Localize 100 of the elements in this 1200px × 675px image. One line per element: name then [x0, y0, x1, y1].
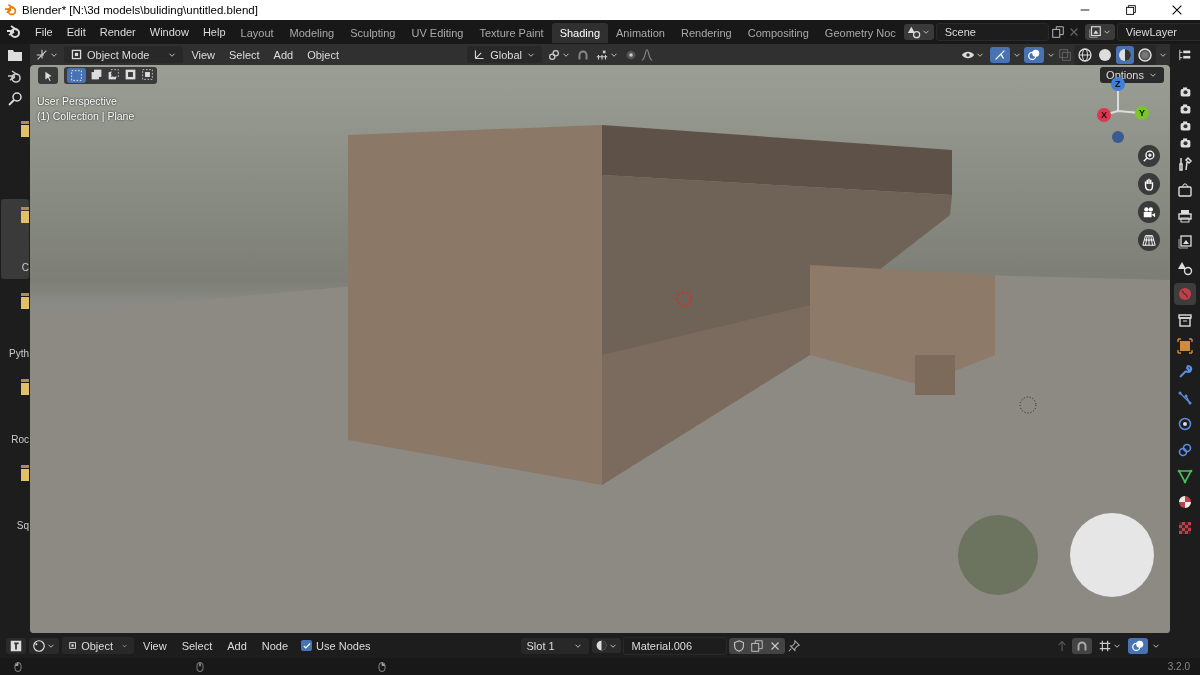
parent-node-icon[interactable] [1055, 638, 1069, 653]
ring-sphere-icon[interactable] [1136, 45, 1154, 64]
camera-view-button[interactable] [1138, 201, 1160, 223]
invert-selection-icon[interactable] [124, 68, 137, 81]
new-selection-button[interactable] [67, 68, 86, 83]
shapes-icon [906, 25, 921, 39]
header-menu-item[interactable]: Select [223, 46, 266, 63]
orientation-dropdown[interactable]: Global [467, 46, 542, 63]
blender-logo-icon[interactable] [6, 24, 22, 40]
axes-icon [35, 47, 49, 62]
hand-icon [1142, 177, 1156, 191]
workspace-tab[interactable]: Modeling [281, 23, 343, 43]
overlay-toggle[interactable] [1128, 637, 1148, 654]
editor-type-button[interactable] [6, 637, 26, 654]
chain-link-icon [1177, 442, 1193, 458]
outliner-icon[interactable] [1178, 47, 1192, 62]
view-name-label: User Perspective [37, 95, 118, 107]
file-icon [21, 207, 29, 223]
file-thumbnail[interactable]: C [1, 199, 29, 279]
overlay-circles-icon [1131, 638, 1145, 653]
image-stack-icon [1177, 234, 1193, 250]
camera-icon[interactable] [1178, 119, 1192, 132]
axes-icon [473, 48, 487, 61]
scene-field[interactable]: Scene [935, 23, 1049, 41]
workspace-tab[interactable]: Texture Paint [471, 23, 552, 43]
zoom-button[interactable] [1138, 145, 1160, 167]
workspace-tab[interactable]: UV Editing [403, 23, 472, 43]
file-thumbnail[interactable]: Roc [1, 371, 29, 451]
file-thumbnail[interactable]: Sq [1, 457, 29, 537]
workspace-tab[interactable]: Layout [232, 23, 282, 43]
window-title: Blender* [N:\3d models\buliding\untitled.blend] [22, 4, 259, 16]
workspace-tab[interactable]: Shading [551, 23, 609, 43]
workspace-tab[interactable]: Sculpting [342, 23, 404, 43]
menu-item[interactable]: Render [92, 23, 143, 41]
header-menu-item[interactable]: Add [267, 46, 300, 63]
3d-cursor-icon [676, 291, 692, 307]
header-menu-item[interactable]: Select [175, 637, 219, 654]
menu-item[interactable]: File [28, 23, 60, 41]
pan-button[interactable] [1138, 173, 1160, 195]
half-sphere-icon[interactable] [1116, 45, 1134, 64]
overlay-toggle[interactable] [1024, 46, 1044, 63]
mouse-right-icon[interactable] [376, 660, 388, 673]
node-editor-icon [9, 638, 23, 653]
checker-icon [1177, 520, 1193, 536]
pin-icon[interactable] [786, 638, 801, 653]
material-name-field[interactable]: Material.006 [622, 636, 727, 655]
globe-icon [1177, 286, 1193, 302]
properties-tab[interactable] [1174, 335, 1196, 357]
extend-selection-icon[interactable] [90, 68, 103, 81]
restore-icon[interactable] [1124, 3, 1138, 17]
header-menu-item[interactable]: Object [301, 46, 345, 63]
camera-icon[interactable] [1178, 102, 1192, 115]
perspective-toggle[interactable] [1138, 229, 1160, 251]
cube-icon [70, 48, 83, 61]
header-menu-item[interactable]: View [137, 637, 173, 654]
node-graph-icon [1177, 390, 1193, 406]
header-menu-item[interactable]: View [185, 46, 222, 63]
search-icon[interactable] [7, 91, 23, 107]
grid-snap-icon [1098, 638, 1112, 653]
scene-selector-button[interactable] [903, 24, 934, 40]
tweak-tool-button[interactable] [38, 67, 58, 84]
mouse-middle-icon[interactable] [194, 660, 206, 673]
camera-icon[interactable] [1178, 136, 1192, 149]
shapes-icon [1177, 260, 1193, 276]
falloff-curve-icon[interactable] [640, 47, 654, 62]
orbit-icon [1177, 416, 1193, 432]
slot-dropdown[interactable]: Slot 1 [520, 637, 589, 654]
mouse-left-icon[interactable] [12, 660, 24, 673]
view-layer-selector-button[interactable] [1084, 24, 1115, 40]
intersect-selection-icon[interactable] [141, 68, 154, 81]
blender-logo-icon[interactable] [7, 69, 23, 85]
menu-item[interactable]: Window [142, 23, 196, 41]
mode-dropdown[interactable]: Object Mode [64, 46, 184, 63]
file-icon [21, 379, 29, 395]
workspace-tab[interactable]: Rendering [672, 23, 740, 43]
browse-material-button[interactable] [591, 638, 621, 653]
close-icon[interactable] [1170, 3, 1184, 17]
workspace-tab[interactable]: Compositing [739, 23, 817, 43]
sphere-icon [1177, 494, 1193, 510]
workspace-tab[interactable]: Geometry Noc [816, 23, 904, 43]
subtract-selection-icon[interactable] [107, 68, 120, 81]
file-thumbnail[interactable]: Pyth [1, 285, 29, 365]
use-nodes-checkbox[interactable]: Use Nodes [297, 637, 375, 654]
header-menu-item[interactable]: Node [255, 637, 295, 654]
menu-item[interactable]: Edit [59, 23, 93, 41]
camera-icon[interactable] [1178, 85, 1192, 98]
gizmo-toggle[interactable] [990, 46, 1010, 63]
shield-icon[interactable] [731, 638, 746, 653]
duplicate-icon[interactable] [749, 638, 764, 653]
shader-type-button[interactable] [29, 637, 59, 654]
duplicate-icon[interactable] [1050, 25, 1065, 39]
view-layer-field[interactable]: ViewLayer [1116, 23, 1200, 41]
menu-item[interactable]: Help [195, 23, 233, 41]
printer-icon [1177, 208, 1193, 224]
wireframe-sphere-icon[interactable] [1076, 45, 1094, 64]
blender-logo-icon [4, 3, 18, 17]
header-menu-item[interactable]: Add [221, 637, 253, 654]
workspace-tab[interactable]: Animation [608, 23, 673, 43]
object-type-dropdown[interactable]: Object [62, 637, 134, 654]
checkbox[interactable] [301, 640, 313, 651]
